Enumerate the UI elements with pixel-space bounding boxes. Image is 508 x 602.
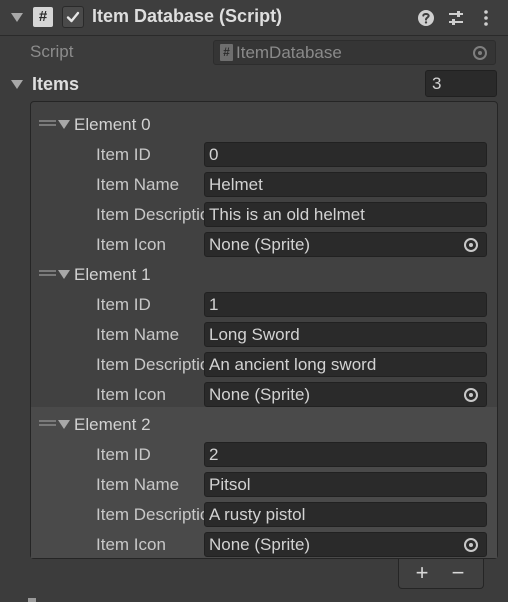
collapse-arrow-icon[interactable] [11,13,23,22]
item-id-value: 1 [209,295,219,314]
element-foldout-arrow-icon[interactable] [58,420,70,429]
items-list: Element 0 Item ID 0 Item Name Helmet Ite… [30,101,498,559]
items-count-value: 3 [432,74,442,93]
item-description-label: Item Description [96,505,204,524]
item-name-field[interactable]: Long Sword [204,322,487,347]
next-component-edge [28,598,36,602]
item-id-label: Item ID [96,145,151,164]
item-icon-value: None (Sprite) [209,385,311,404]
item-description-label: Item Description [96,205,204,224]
item-name-value: Helmet [209,175,263,194]
script-label: Script [30,42,74,61]
item-name-value: Pitsol [209,475,251,494]
item-description-value: This is an old helmet [209,205,365,224]
item-name-field[interactable]: Helmet [204,172,487,197]
items-count-field[interactable]: 3 [425,70,497,97]
item-id-label: Item ID [96,295,151,314]
script-field[interactable]: # ItemDatabase [213,40,496,65]
checkmark-icon [66,11,80,23]
presets-icon[interactable] [446,8,466,28]
object-picker-icon[interactable] [473,46,487,60]
element-foldout-arrow-icon[interactable] [58,120,70,129]
item-name-field[interactable]: Pitsol [204,472,487,497]
component-header[interactable]: # Item Database (Script) [0,0,508,36]
list-element-selected[interactable]: Element 2 Item ID 2 Item Name Pitsol Ite… [31,406,497,557]
enabled-checkbox[interactable] [62,6,84,28]
object-picker-icon[interactable] [464,238,478,252]
item-id-value: 2 [209,445,219,464]
script-name: ItemDatabase [236,43,342,62]
help-icon[interactable] [416,8,436,28]
items-foldout-arrow-icon[interactable] [11,80,23,89]
element-foldout-arrow-icon[interactable] [58,270,70,279]
item-description-value: An ancient long sword [209,355,377,374]
item-id-value: 0 [209,145,219,164]
items-label: Items [32,74,80,94]
more-options-icon[interactable] [476,8,496,28]
remove-element-button[interactable]: − [443,560,473,586]
item-icon-field[interactable]: None (Sprite) [204,232,487,257]
item-name-label: Item Name [96,175,180,194]
list-element[interactable]: Element 0 Item ID 0 Item Name Helmet Ite… [31,106,497,257]
element-title: Element 2 [74,415,151,434]
add-element-button[interactable]: + [407,560,437,586]
item-icon-field[interactable]: None (Sprite) [204,382,487,407]
item-id-field[interactable]: 0 [204,142,487,167]
drag-handle-icon[interactable] [39,424,56,426]
element-title: Element 1 [74,265,151,284]
item-icon-label: Item Icon [96,385,166,404]
element-title: Element 0 [74,115,151,134]
item-id-field[interactable]: 1 [204,292,487,317]
item-description-field[interactable]: A rusty pistol [204,502,487,527]
drag-handle-icon[interactable] [39,274,56,276]
item-description-label: Item Description [96,355,204,374]
item-id-label: Item ID [96,445,151,464]
list-element[interactable]: Element 1 Item ID 1 Item Name Long Sword… [31,256,497,407]
item-description-field[interactable]: This is an old helmet [204,202,487,227]
script-file-icon: # [220,44,233,61]
item-icon-field[interactable]: None (Sprite) [204,532,487,557]
item-description-field[interactable]: An ancient long sword [204,352,487,377]
item-icon-value: None (Sprite) [209,535,311,554]
component-title: Item Database (Script) [92,6,283,26]
item-name-label: Item Name [96,475,180,494]
item-id-field[interactable]: 2 [204,442,487,467]
item-description-value: A rusty pistol [209,505,306,524]
item-name-value: Long Sword [209,325,300,344]
item-icon-label: Item Icon [96,535,166,554]
list-footer: + − [398,559,484,589]
object-picker-icon[interactable] [464,388,478,402]
script-icon: # [33,7,53,27]
item-icon-value: None (Sprite) [209,235,311,254]
object-picker-icon[interactable] [464,538,478,552]
item-icon-label: Item Icon [96,235,166,254]
item-name-label: Item Name [96,325,180,344]
drag-handle-icon[interactable] [39,124,56,126]
